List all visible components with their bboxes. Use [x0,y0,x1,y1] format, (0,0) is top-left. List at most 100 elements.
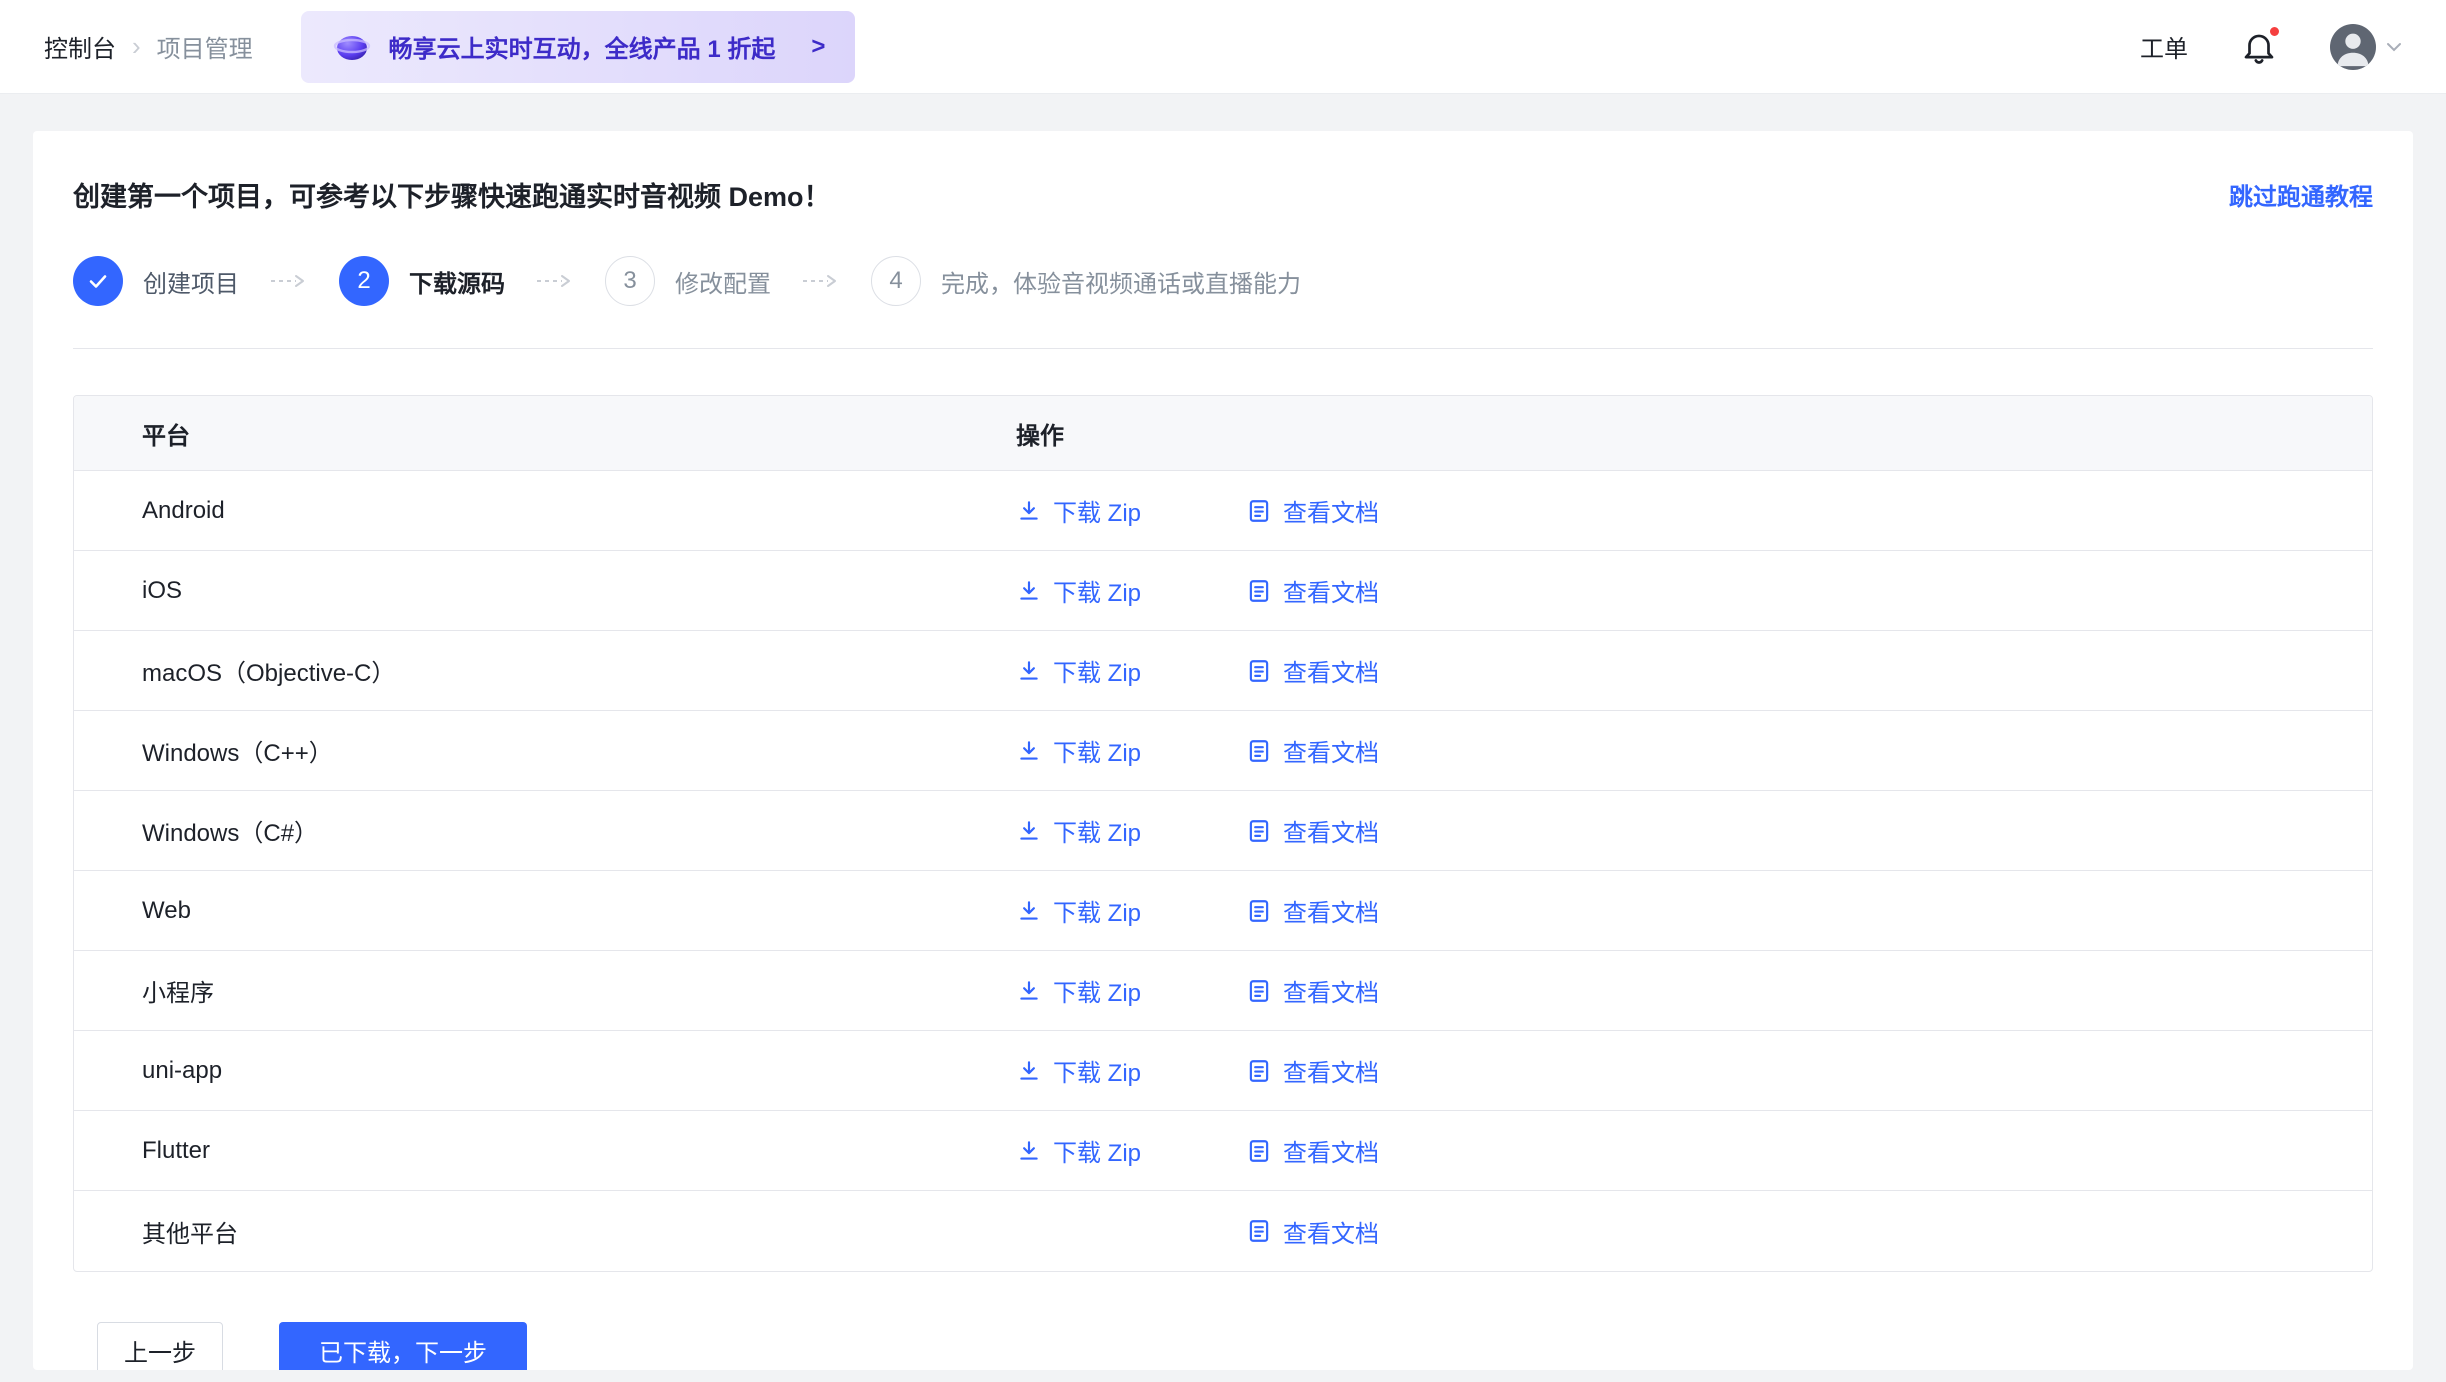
table-header-row: 平台 操作 [74,396,2372,471]
download-zip-link[interactable]: 下载 Zip [1016,573,1246,608]
view-docs-label: 查看文档 [1283,813,1379,848]
download-zip-link[interactable]: 下载 Zip [1016,1133,1246,1168]
platform-name: macOS（Objective-C） [74,653,1016,688]
download-zip-label: 下载 Zip [1053,733,1141,768]
download-zip-label: 下载 Zip [1053,573,1141,608]
view-docs-link[interactable]: 查看文档 [1246,1053,1379,1088]
notification-dot [2267,24,2282,39]
download-icon [1016,898,1042,924]
download-zip-label: 下载 Zip [1053,813,1141,848]
step-create-project: 创建项目 [73,256,239,306]
table-row: 小程序 下载 Zip 查看文档 [74,951,2372,1031]
step-label-finish: 完成，体验音视频通话或直播能力 [941,264,1301,299]
skip-tutorial-link[interactable]: 跳过跑通教程 [2229,177,2373,212]
platform-name: 其他平台 [74,1214,1016,1249]
document-icon [1246,1218,1272,1244]
step-number-4: 4 [871,256,921,306]
download-icon [1016,1138,1042,1164]
download-icon [1016,738,1042,764]
guide-header: 创建第一个项目，可参考以下步骤快速跑通实时音视频 Demo！ 跳过跑通教程 [73,131,2373,214]
previous-step-button[interactable]: 上一步 [97,1322,223,1370]
table-row: Web 下载 Zip 查看文档 [74,871,2372,951]
step-finish: 4 完成，体验音视频通话或直播能力 [871,256,1301,306]
platform-name: iOS [74,577,1016,605]
view-docs-link[interactable]: 查看文档 [1246,973,1379,1008]
breadcrumb-separator-icon: › [132,31,141,62]
view-docs-label: 查看文档 [1283,653,1379,688]
download-icon [1016,578,1042,604]
download-zip-link[interactable]: 下载 Zip [1016,973,1246,1008]
platform-name: uni-app [74,1057,1016,1085]
download-icon [1016,1058,1042,1084]
download-icon [1016,658,1042,684]
step-done-check-icon [73,256,123,306]
download-zip-label: 下载 Zip [1053,493,1141,528]
step-arrow-icon [535,273,575,289]
platform-name: Flutter [74,1137,1016,1165]
document-icon [1246,738,1272,764]
download-zip-link[interactable]: 下载 Zip [1016,893,1246,928]
view-docs-link[interactable]: 查看文档 [1246,1214,1379,1249]
breadcrumb: 控制台 › 项目管理 [44,29,253,64]
download-icon [1016,818,1042,844]
avatar [2330,24,2376,70]
view-docs-link[interactable]: 查看文档 [1246,573,1379,608]
step-label-download-source: 下载源码 [409,264,505,299]
download-zip-label: 下载 Zip [1053,973,1141,1008]
document-icon [1246,898,1272,924]
step-label-modify-config: 修改配置 [675,264,771,299]
table-row: 其他平台 下载 Zip 查看文档 [74,1191,2372,1271]
download-zip-link[interactable]: 下载 Zip [1016,653,1246,688]
downloaded-next-step-button[interactable]: 已下载，下一步 [279,1322,527,1370]
download-zip-label: 下载 Zip [1053,653,1141,688]
onboarding-stepper: 创建项目 2 下载源码 3 修改配置 [73,256,2373,349]
operation-cell: 下载 Zip 查看文档 [1016,653,2372,688]
view-docs-link[interactable]: 查看文档 [1246,1133,1379,1168]
operation-cell: 下载 Zip 查看文档 [1016,893,2372,928]
user-menu[interactable] [2330,24,2402,70]
promo-banner[interactable]: 畅享云上实时互动，全线产品 1 折起 > [301,11,856,83]
notification-bell-icon[interactable] [2240,28,2278,66]
download-zip-link[interactable]: 下载 Zip [1016,733,1246,768]
table-body: Android 下载 Zip 查看文档 iOS [74,471,2372,1271]
breadcrumb-item-project-management: 项目管理 [157,29,253,64]
view-docs-link[interactable]: 查看文档 [1246,813,1379,848]
onboarding-card: 创建第一个项目，可参考以下步骤快速跑通实时音视频 Demo！ 跳过跑通教程 创建… [33,131,2413,1370]
document-icon [1246,818,1272,844]
platform-name: Windows（C#） [74,813,1016,848]
breadcrumb-item-console[interactable]: 控制台 [44,29,116,64]
step-label-create-project: 创建项目 [143,264,239,299]
download-zip-link[interactable]: 下载 Zip [1016,493,1246,528]
promo-banner-text: 畅享云上实时互动，全线产品 1 折起 [389,29,776,64]
view-docs-label: 查看文档 [1283,893,1379,928]
table-row: Android 下载 Zip 查看文档 [74,471,2372,551]
operation-cell: 下载 Zip 查看文档 [1016,813,2372,848]
download-zip-label: 下载 Zip [1053,1133,1141,1168]
step-download-source: 2 下载源码 [339,256,505,306]
table-row: iOS 下载 Zip 查看文档 [74,551,2372,631]
operation-cell: 下载 Zip 查看文档 [1016,973,2372,1008]
chevron-down-icon [2386,42,2402,52]
step-number-2: 2 [339,256,389,306]
view-docs-label: 查看文档 [1283,493,1379,528]
view-docs-label: 查看文档 [1283,573,1379,608]
platform-table: 平台 操作 Android 下载 Zip 查看文档 iOS [73,395,2373,1272]
download-zip-link[interactable]: 下载 Zip [1016,813,1246,848]
step-modify-config: 3 修改配置 [605,256,771,306]
platform-name: Web [74,897,1016,925]
view-docs-label: 查看文档 [1283,733,1379,768]
view-docs-link[interactable]: 查看文档 [1246,493,1379,528]
step-number-3: 3 [605,256,655,306]
table-row: Windows（C#） 下载 Zip 查看文档 [74,791,2372,871]
document-icon [1246,1058,1272,1084]
topbar-right: 工单 [2140,24,2402,70]
table-row: uni-app 下载 Zip 查看文档 [74,1031,2372,1111]
view-docs-label: 查看文档 [1283,1214,1379,1249]
download-zip-link[interactable]: 下载 Zip [1016,1053,1246,1088]
view-docs-link[interactable]: 查看文档 [1246,733,1379,768]
view-docs-label: 查看文档 [1283,1053,1379,1088]
view-docs-link[interactable]: 查看文档 [1246,893,1379,928]
view-docs-link[interactable]: 查看文档 [1246,653,1379,688]
ticket-link[interactable]: 工单 [2140,29,2188,64]
document-icon [1246,658,1272,684]
